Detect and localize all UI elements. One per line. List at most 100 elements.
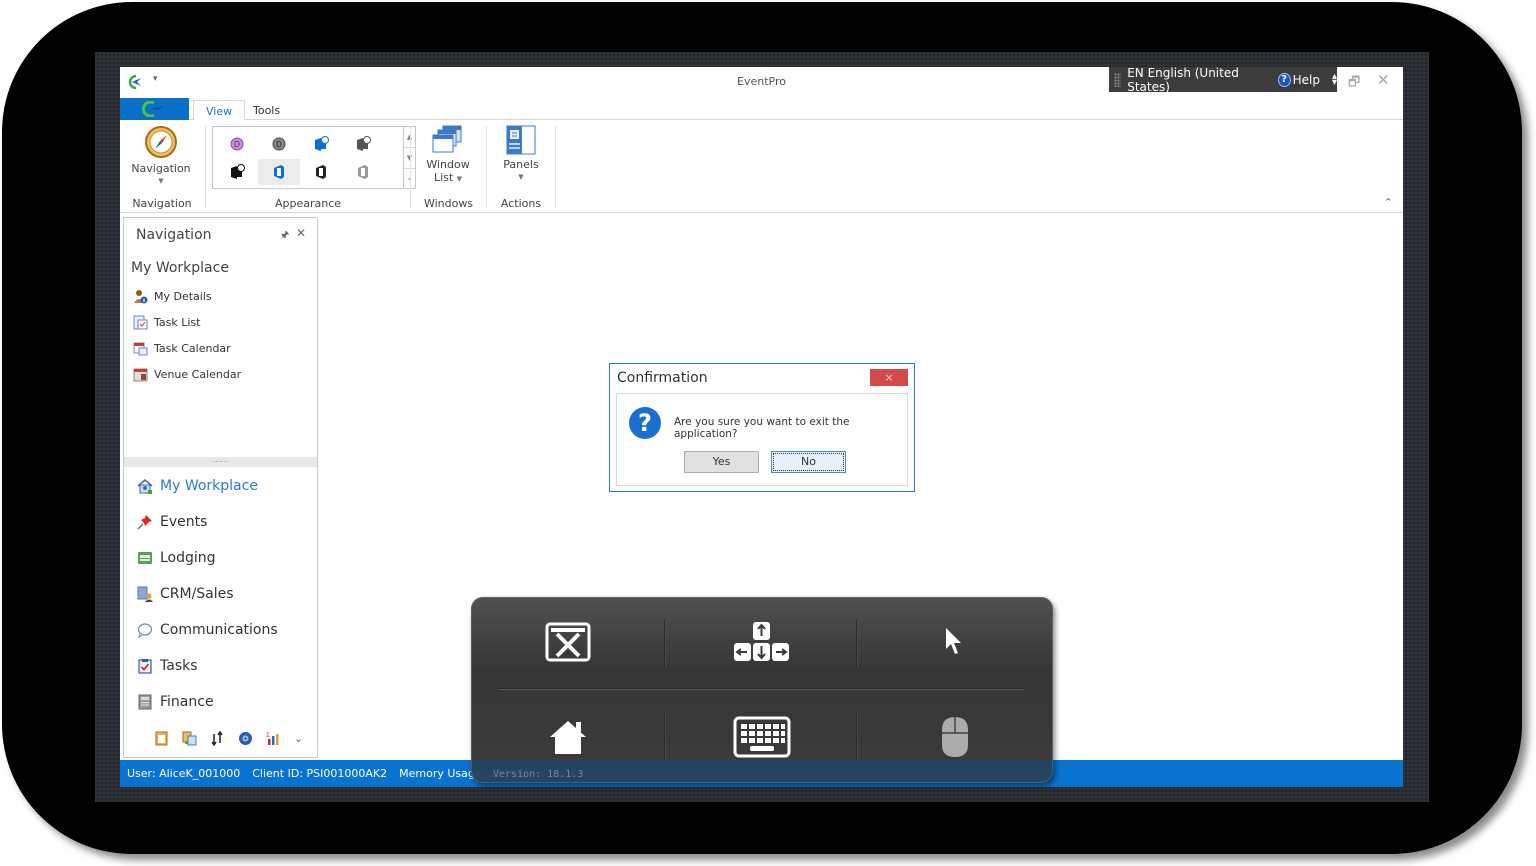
notes-icon[interactable] <box>154 731 169 746</box>
overlay-version-text: Version: 18.1.3 <box>493 769 584 780</box>
documents-icon[interactable] <box>182 731 197 746</box>
disc-icon[interactable] <box>238 731 253 746</box>
ribbon-group-windows: Window List ▼ Windows <box>411 120 486 213</box>
chart-sigma-icon[interactable]: Σ <box>266 731 281 746</box>
navigation-button-label: Navigation <box>131 162 191 175</box>
link-task-calendar[interactable]: Task Calendar <box>133 341 231 356</box>
panel-splitter[interactable]: ...... <box>124 456 317 467</box>
keyboard-icon <box>733 716 791 758</box>
close-window-button[interactable] <box>518 614 618 670</box>
navigation-button[interactable]: Navigation ▼ <box>130 125 192 188</box>
chevron-down-icon[interactable]: ⌄ <box>294 732 303 745</box>
collapse-ribbon-icon[interactable]: ⌃ <box>1384 196 1393 209</box>
module-crm-sales[interactable]: CRM/Sales <box>137 586 234 602</box>
panels-button[interactable]: Panels ▼ <box>496 125 546 184</box>
svg-text:D: D <box>234 140 240 149</box>
group-label: Actions <box>500 197 542 210</box>
dropdown-arrow-icon: ▼ <box>456 175 463 183</box>
cursor-icon <box>946 628 961 654</box>
user-info-icon <box>134 290 148 304</box>
link-label: Task List <box>154 316 201 329</box>
arrow-keys-icon <box>734 622 789 661</box>
file-menu-button[interactable] <box>120 98 189 120</box>
mouse-button[interactable] <box>905 709 1005 765</box>
sort-arrows-icon[interactable] <box>210 731 225 746</box>
module-lodging[interactable]: Lodging <box>137 550 216 566</box>
module-events[interactable]: Events <box>137 514 207 530</box>
close-icon[interactable]: ✕ <box>1377 71 1390 89</box>
home-icon <box>550 721 586 754</box>
pin-icon[interactable]: 🖈 <box>280 228 289 245</box>
module-my-workplace[interactable]: My Workplace <box>137 478 258 494</box>
yes-button[interactable]: Yes <box>684 451 759 473</box>
tab-view[interactable]: View <box>193 100 246 121</box>
link-task-list[interactable]: Task List <box>133 315 200 330</box>
compass-icon <box>145 126 177 158</box>
status-client-id: Client ID: PSI001000AK2 <box>252 767 388 780</box>
link-label: Venue Calendar <box>154 368 242 381</box>
module-finance[interactable]: Finance <box>137 694 214 710</box>
module-label: CRM/Sales <box>160 586 234 602</box>
home-icon <box>137 479 153 494</box>
pushpin-icon <box>137 515 152 530</box>
module-label: Events <box>160 514 208 530</box>
help-button[interactable]: Help <box>1293 73 1320 87</box>
restore-icon[interactable]: 🗗 <box>1348 73 1360 95</box>
divider <box>499 688 1025 690</box>
dx-style-gray-icon[interactable]: D <box>258 131 300 157</box>
module-tasks[interactable]: Tasks <box>137 658 198 674</box>
task-calendar-icon <box>133 342 148 356</box>
dialog-body: ? Are you sure you want to exit the appl… <box>616 393 908 486</box>
eventpro-logo-icon <box>141 101 164 117</box>
keyboard-button[interactable] <box>712 709 812 765</box>
confirmation-dialog: Confirmation × ? Are you sure you want t… <box>609 363 915 492</box>
dialog-close-button[interactable]: × <box>870 369 908 386</box>
close-window-icon <box>545 622 591 662</box>
pointer-button[interactable] <box>905 614 1005 670</box>
module-label: Communications <box>160 622 278 638</box>
grip-icon[interactable] <box>1114 72 1122 87</box>
group-title: My Workplace <box>131 260 229 276</box>
language-selector[interactable]: EN English (United States) <box>1127 66 1270 94</box>
dialog-message: Are you sure you want to exit the applic… <box>674 416 850 440</box>
tab-tools[interactable]: Tools <box>241 100 292 121</box>
link-my-details[interactable]: My Details <box>133 289 212 304</box>
ribbon-group-actions: Panels ▼ Actions <box>487 120 555 213</box>
home-button[interactable] <box>518 709 618 765</box>
link-venue-calendar[interactable]: Venue Calendar <box>133 367 241 382</box>
task-list-icon <box>133 315 148 330</box>
office2013-blue-icon[interactable] <box>258 159 300 185</box>
help-icon[interactable]: ? <box>1277 72 1291 87</box>
close-panel-icon[interactable]: ✕ <box>296 226 306 240</box>
link-label: My Details <box>154 290 212 303</box>
bed-icon <box>138 552 152 564</box>
svg-text:D: D <box>276 140 282 149</box>
venue-calendar-icon <box>133 368 148 382</box>
ribbon-group-navigation: Navigation ▼ Navigation <box>120 120 204 213</box>
question-icon: ? <box>629 407 661 439</box>
crm-icon <box>137 586 153 602</box>
panels-label: Panels <box>503 158 539 171</box>
office2016-gray-icon[interactable] <box>342 131 384 157</box>
divider <box>664 619 666 667</box>
module-label: Tasks <box>160 658 198 674</box>
navigation-panel: Navigation 🖈 ✕ My Workplace My Details T… <box>123 217 318 758</box>
arrow-keys-button[interactable] <box>712 614 812 670</box>
dx-style-purple-icon[interactable]: D <box>216 131 258 157</box>
office2016-blue-icon[interactable] <box>300 131 342 157</box>
office2016-black-icon[interactable] <box>216 159 258 185</box>
module-communications[interactable]: Communications <box>137 622 278 638</box>
language-bar-options-icon[interactable]: ▴ ▾ <box>1332 71 1337 87</box>
window-list-button[interactable]: Window List ▼ <box>419 125 477 186</box>
office2013-dark-icon[interactable] <box>300 159 342 185</box>
office2013-light-icon[interactable] <box>342 159 384 185</box>
dropdown-arrow-icon: ▼ <box>518 173 524 181</box>
ribbon: Navigation ▼ Navigation Appearance D D W… <box>120 120 1403 213</box>
window-list-label: List <box>433 171 454 184</box>
language-bar: EN English (United States) ? Help ▴ ▾ <box>1109 66 1337 94</box>
clipboard-check-icon <box>138 659 152 674</box>
svg-text:Σ: Σ <box>266 732 270 739</box>
no-button[interactable]: No <box>771 451 846 473</box>
dialog-title: Confirmation <box>617 370 708 386</box>
divider <box>664 712 666 760</box>
